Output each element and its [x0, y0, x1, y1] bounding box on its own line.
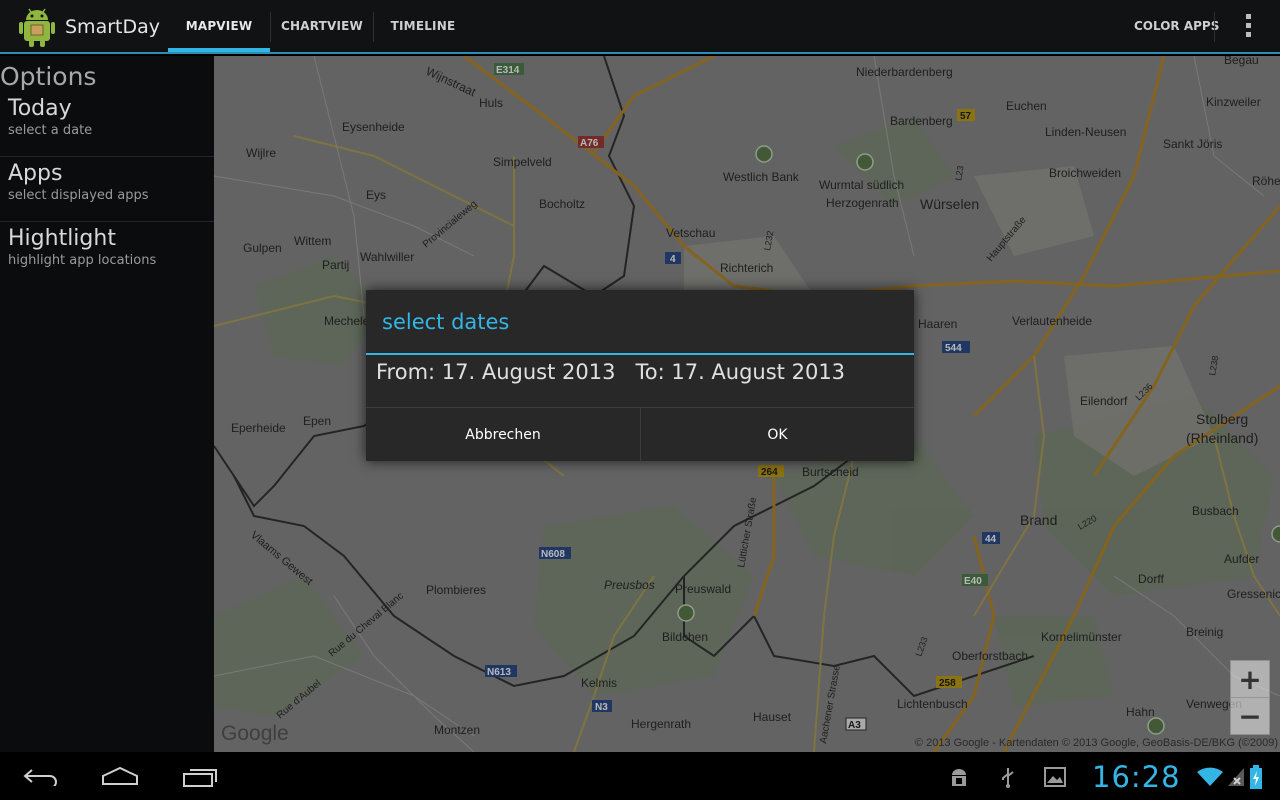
- select-dates-dialog: select dates From: 17. August 2013 To: 1…: [366, 290, 914, 462]
- options-title: Options: [0, 62, 97, 91]
- android-debug-icon: [952, 769, 966, 786]
- battery-charging-icon: [1250, 765, 1262, 789]
- tab-timeline-label: TIMELINE: [390, 19, 456, 33]
- system-bar: 16:28: [0, 752, 1280, 800]
- options-panel: Options Today select a date Apps select …: [0, 56, 214, 752]
- dialog-title: select dates: [382, 310, 510, 334]
- usb-icon: [1002, 768, 1014, 788]
- option-title: Hightlight: [8, 226, 116, 251]
- home-icon[interactable]: [101, 766, 139, 786]
- to-date[interactable]: To: 17. August 2013: [636, 360, 846, 384]
- picture-icon: [1044, 767, 1066, 787]
- zoom-in-button[interactable]: +: [1230, 660, 1270, 698]
- action-bar: SmartDay MAPVIEW CHARTVIEW TIMELINE COLO…: [0, 0, 1280, 54]
- ok-button[interactable]: OK: [641, 408, 914, 462]
- dialog-title-divider: [366, 353, 914, 355]
- back-icon[interactable]: [22, 766, 58, 786]
- option-title: Apps: [8, 161, 63, 186]
- clock: 16:28: [1092, 760, 1181, 794]
- option-today[interactable]: Today select a date: [0, 92, 214, 157]
- app-title: SmartDay: [65, 16, 160, 38]
- option-subtitle: highlight app locations: [8, 253, 157, 268]
- cancel-button[interactable]: Abbrechen: [366, 408, 640, 462]
- dialog-button-bar: Abbrechen OK: [366, 407, 914, 462]
- from-date[interactable]: From: 17. August 2013: [376, 360, 615, 384]
- dialog-date-range: From: 17. August 2013 To: 17. August 201…: [376, 360, 845, 384]
- option-subtitle: select displayed apps: [8, 188, 149, 203]
- google-logo: Google: [221, 722, 289, 745]
- tab-mapview[interactable]: MAPVIEW: [168, 0, 270, 52]
- option-highlight[interactable]: Hightlight highlight app locations: [0, 222, 214, 286]
- color-apps-button[interactable]: COLOR APPS: [1134, 0, 1219, 52]
- option-apps[interactable]: Apps select displayed apps: [0, 157, 214, 222]
- tab-chartview[interactable]: CHARTVIEW: [271, 0, 373, 52]
- action-divider: [1214, 12, 1215, 42]
- android-robot-icon[interactable]: [18, 7, 56, 47]
- overflow-menu-icon[interactable]: [1236, 14, 1260, 40]
- tab-mapview-label: MAPVIEW: [185, 19, 253, 33]
- option-title: Today: [8, 96, 72, 121]
- option-subtitle: select a date: [8, 123, 93, 138]
- wifi-icon: [1197, 767, 1223, 786]
- action-bar-underline: [0, 52, 1280, 54]
- tab-chartview-label: CHARTVIEW: [280, 19, 363, 33]
- zoom-out-button[interactable]: −: [1230, 697, 1270, 735]
- signal-off-icon: [1228, 768, 1244, 786]
- recent-apps-icon[interactable]: [182, 766, 220, 788]
- map-copyright: © 2013 Google - Kartendaten © 2013 Googl…: [914, 737, 1278, 749]
- tab-timeline[interactable]: TIMELINE: [374, 0, 472, 52]
